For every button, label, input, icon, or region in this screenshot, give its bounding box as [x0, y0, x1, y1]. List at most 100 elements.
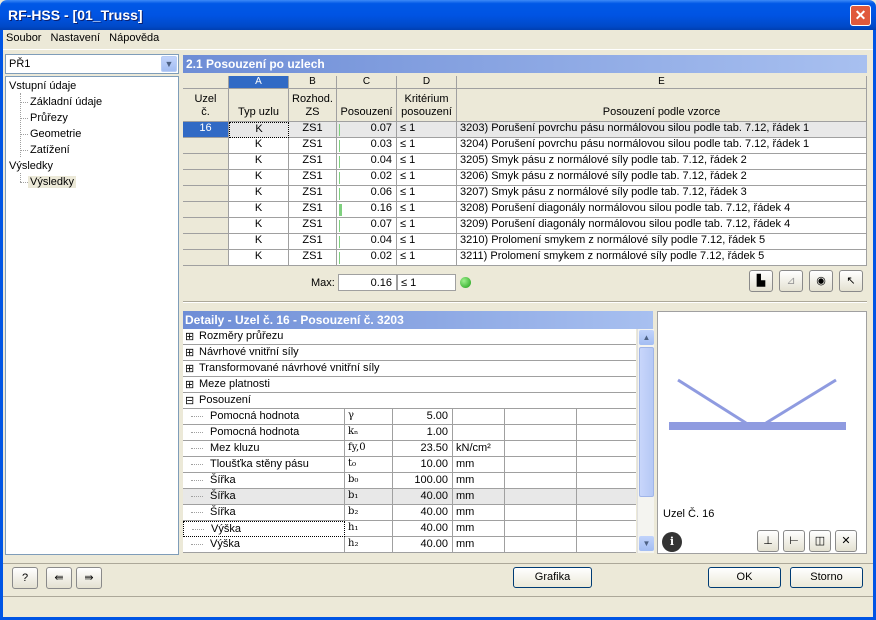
collapse-icon[interactable]: ⊟ — [185, 394, 194, 407]
status-separator — [3, 596, 873, 597]
detail-group-label: Meze platnosti — [199, 378, 270, 390]
detail-name: Šířka — [183, 505, 345, 521]
row-formula: 3209) Porušení diagonály normálovou silo… — [457, 218, 867, 234]
tree-item-sections[interactable]: Průřezy — [30, 112, 68, 124]
row-check-text: 0.07 — [370, 218, 392, 230]
view-icon[interactable]: ◉ — [809, 270, 833, 292]
row-criterion: ≤ 1 — [397, 250, 457, 266]
ok-button[interactable]: OK — [708, 567, 781, 588]
row-type[interactable]: K — [229, 186, 289, 202]
detail-empty — [577, 409, 636, 425]
menu-napoveda[interactable]: Nápověda — [106, 30, 162, 44]
chevron-down-icon[interactable]: ▼ — [161, 56, 177, 72]
column-letter: E — [457, 76, 867, 89]
detail-name: Mez kluzu — [183, 441, 345, 457]
close-icon[interactable]: ✕ — [850, 5, 871, 26]
detail-name: Pomocná hodnota — [183, 425, 345, 441]
menu-nastaveni[interactable]: Nastavení — [48, 30, 104, 44]
row-type[interactable]: K — [229, 138, 289, 154]
title-bar: RF-HSS - [01_Truss] ✕ — [0, 0, 876, 30]
view-y-icon[interactable]: ⊥ — [757, 530, 779, 552]
row-node[interactable] — [183, 250, 229, 266]
row-type[interactable]: K — [229, 170, 289, 186]
import-icon[interactable]: ⇚ — [46, 567, 72, 589]
tree-item-loads[interactable]: Zatížení — [30, 144, 70, 156]
splitter[interactable] — [183, 301, 867, 303]
row-check-value: 0.07 — [337, 218, 397, 234]
detail-empty — [505, 441, 577, 457]
detail-unit — [453, 425, 505, 441]
row-type[interactable]: K — [229, 202, 289, 218]
detail-name-text: Šířka — [210, 474, 236, 486]
ratio-bar — [339, 140, 340, 152]
info-icon[interactable]: i — [662, 532, 682, 552]
menu-bar: Soubor Nastavení Nápověda — [3, 30, 873, 49]
row-node[interactable] — [183, 202, 229, 218]
row-node[interactable] — [183, 218, 229, 234]
scroll-down-icon[interactable]: ▼ — [639, 536, 654, 551]
view-z-icon[interactable]: ⊢ — [783, 530, 805, 552]
detail-empty — [505, 505, 577, 521]
detail-group[interactable]: ⊞ Návrhové vnitřní síly — [183, 345, 636, 361]
help-icon[interactable]: ? — [12, 567, 38, 589]
detail-symbol: b₁ — [345, 489, 393, 505]
details-title: Detaily - Uzel č. 16 - Posouzení č. 3203 — [183, 311, 653, 329]
expand-icon[interactable]: ⊞ — [185, 330, 194, 343]
max-value: 0.16 — [338, 274, 397, 291]
row-check-value: 0.04 — [337, 234, 397, 250]
corner-cell — [183, 76, 229, 89]
detail-group[interactable]: ⊞ Rozměry průřezu — [183, 329, 636, 345]
tree-item-results[interactable]: Výsledky — [28, 176, 77, 188]
menu-soubor[interactable]: Soubor — [3, 30, 44, 44]
expand-icon[interactable]: ⊞ — [185, 378, 194, 391]
detail-group[interactable]: ⊞ Transformované návrhové vnitřní síly — [183, 361, 636, 377]
tree-line — [191, 464, 203, 465]
row-node[interactable] — [183, 138, 229, 154]
detail-name-text: Výška — [211, 523, 241, 535]
row-node[interactable]: 16 — [183, 122, 229, 138]
grafika-button[interactable]: Grafika — [513, 567, 592, 588]
detail-group-label: Posouzení — [199, 394, 251, 406]
row-type[interactable]: K — [229, 122, 289, 138]
load-case-select[interactable]: PŘ1 ▼ — [5, 54, 179, 74]
cancel-button[interactable]: Storno — [790, 567, 863, 588]
select-icon[interactable]: ↖ — [839, 270, 863, 292]
row-formula: 3203) Porušení povrchu pásu normálovou s… — [457, 122, 867, 138]
row-node[interactable] — [183, 170, 229, 186]
row-type[interactable]: K — [229, 218, 289, 234]
ratio-bar — [339, 220, 341, 232]
scroll-thumb[interactable] — [639, 347, 654, 497]
detail-empty — [577, 425, 636, 441]
row-type[interactable]: K — [229, 250, 289, 266]
filter-icon[interactable]: ⊿ — [779, 270, 803, 292]
ratio-bar — [339, 156, 340, 168]
row-check-value: 0.07 — [337, 122, 397, 138]
expand-icon[interactable]: ⊞ — [185, 346, 194, 359]
row-node[interactable] — [183, 234, 229, 250]
view-iso-icon[interactable]: ◫ — [809, 530, 831, 552]
row-node[interactable] — [183, 186, 229, 202]
detail-group-open[interactable]: ⊟ Posouzení — [183, 393, 636, 409]
chart-icon[interactable]: ▙ — [749, 270, 773, 292]
tree-item-basic-data[interactable]: Základní údaje — [30, 96, 102, 108]
column-letter: C — [337, 76, 397, 89]
row-type[interactable]: K — [229, 234, 289, 250]
row-type[interactable]: K — [229, 154, 289, 170]
tree-line — [192, 529, 204, 530]
tree-results[interactable]: Výsledky — [9, 160, 53, 172]
row-node[interactable] — [183, 154, 229, 170]
details-scrollbar[interactable]: ▲ ▼ — [637, 329, 654, 553]
row-check-text: 0.07 — [370, 122, 392, 134]
column-header-check: Posouzení — [337, 89, 397, 122]
tree-input-data[interactable]: Vstupní údaje — [9, 80, 76, 92]
row-zs: ZS1 — [289, 250, 337, 266]
tree-item-geometry[interactable]: Geometrie — [30, 128, 81, 140]
expand-icon[interactable]: ⊞ — [185, 362, 194, 375]
detail-empty — [577, 473, 636, 489]
detail-empty — [577, 505, 636, 521]
row-check-value: 0.02 — [337, 250, 397, 266]
detail-group[interactable]: ⊞ Meze platnosti — [183, 377, 636, 393]
scroll-up-icon[interactable]: ▲ — [639, 330, 654, 345]
export-icon[interactable]: ⇛ — [76, 567, 102, 589]
view-reset-icon[interactable]: ✕ — [835, 530, 857, 552]
